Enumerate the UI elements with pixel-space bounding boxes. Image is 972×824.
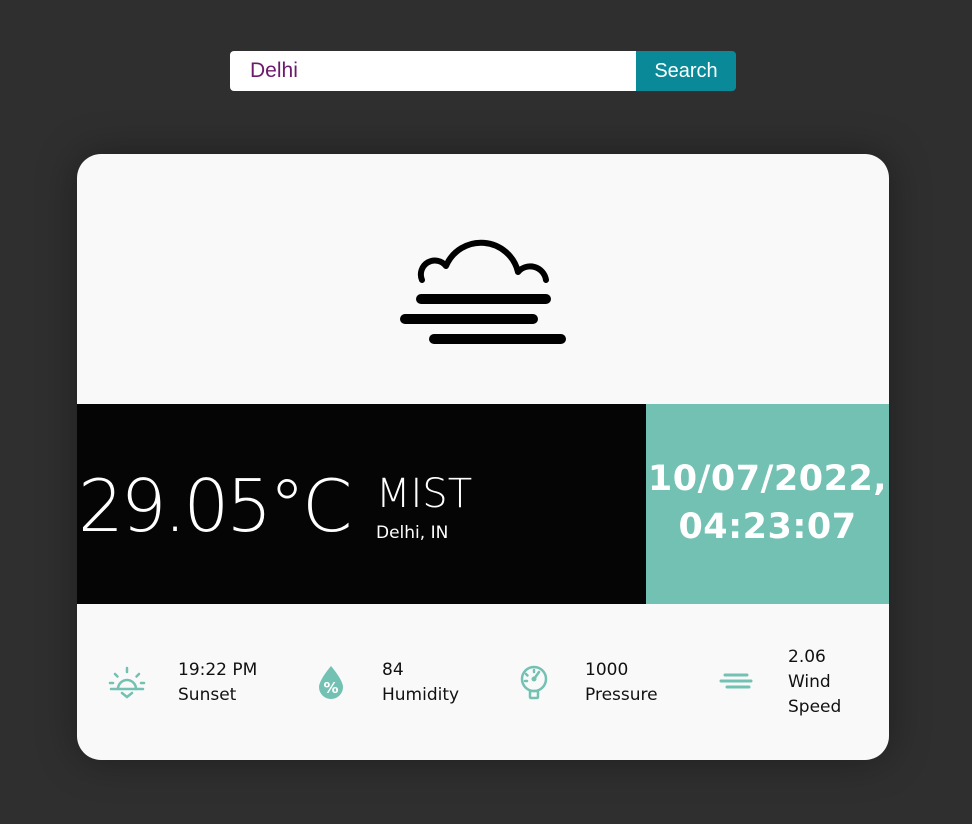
weather-info-band: 29.05°C MIST Delhi, IN 10/07/2022, 04:23…	[77, 404, 889, 604]
weather-icon-area	[77, 154, 889, 404]
wind-label-line1: Wind	[788, 672, 831, 692]
search-bar: Search	[230, 51, 736, 91]
wind-value: 2.06	[788, 647, 826, 667]
humidity-icon: %	[319, 666, 343, 699]
location: Delhi, IN	[376, 523, 449, 543]
pressure-label: Pressure	[585, 685, 658, 705]
search-input[interactable]	[230, 51, 636, 91]
temperature: 29.05°C	[78, 464, 352, 548]
date: 10/07/2022,	[647, 459, 888, 499]
stat-pressure: 1000 Pressure	[483, 604, 683, 760]
sunset-label: Sunset	[178, 685, 237, 705]
weather-stats: 19:22 PM Sunset % 84 Humidity 1000 Press…	[77, 604, 889, 760]
datetime-panel: 10/07/2022, 04:23:07	[646, 404, 889, 604]
weather-condition: MIST	[376, 471, 473, 517]
humidity-label: Humidity	[382, 685, 460, 705]
wind-icon	[719, 673, 753, 689]
search-button[interactable]: Search	[636, 51, 736, 91]
pressure-gauge-icon	[520, 665, 548, 700]
svg-text:%: %	[323, 679, 338, 697]
stat-sunset: 19:22 PM Sunset	[77, 604, 277, 760]
sunset-value: 19:22 PM	[178, 660, 258, 680]
humidity-value: 84	[382, 660, 404, 680]
time: 04:23:07	[678, 507, 857, 547]
weather-card: 29.05°C MIST Delhi, IN 10/07/2022, 04:23…	[77, 154, 889, 760]
mist-icon	[400, 239, 566, 344]
stat-humidity: % 84 Humidity	[280, 604, 480, 760]
sunset-icon	[108, 666, 146, 699]
pressure-value: 1000	[585, 660, 629, 680]
temperature-panel: 29.05°C MIST Delhi, IN	[77, 404, 646, 604]
wind-label-line2: Speed	[788, 697, 842, 717]
stat-wind: 2.06 Wind Speed	[686, 604, 889, 760]
